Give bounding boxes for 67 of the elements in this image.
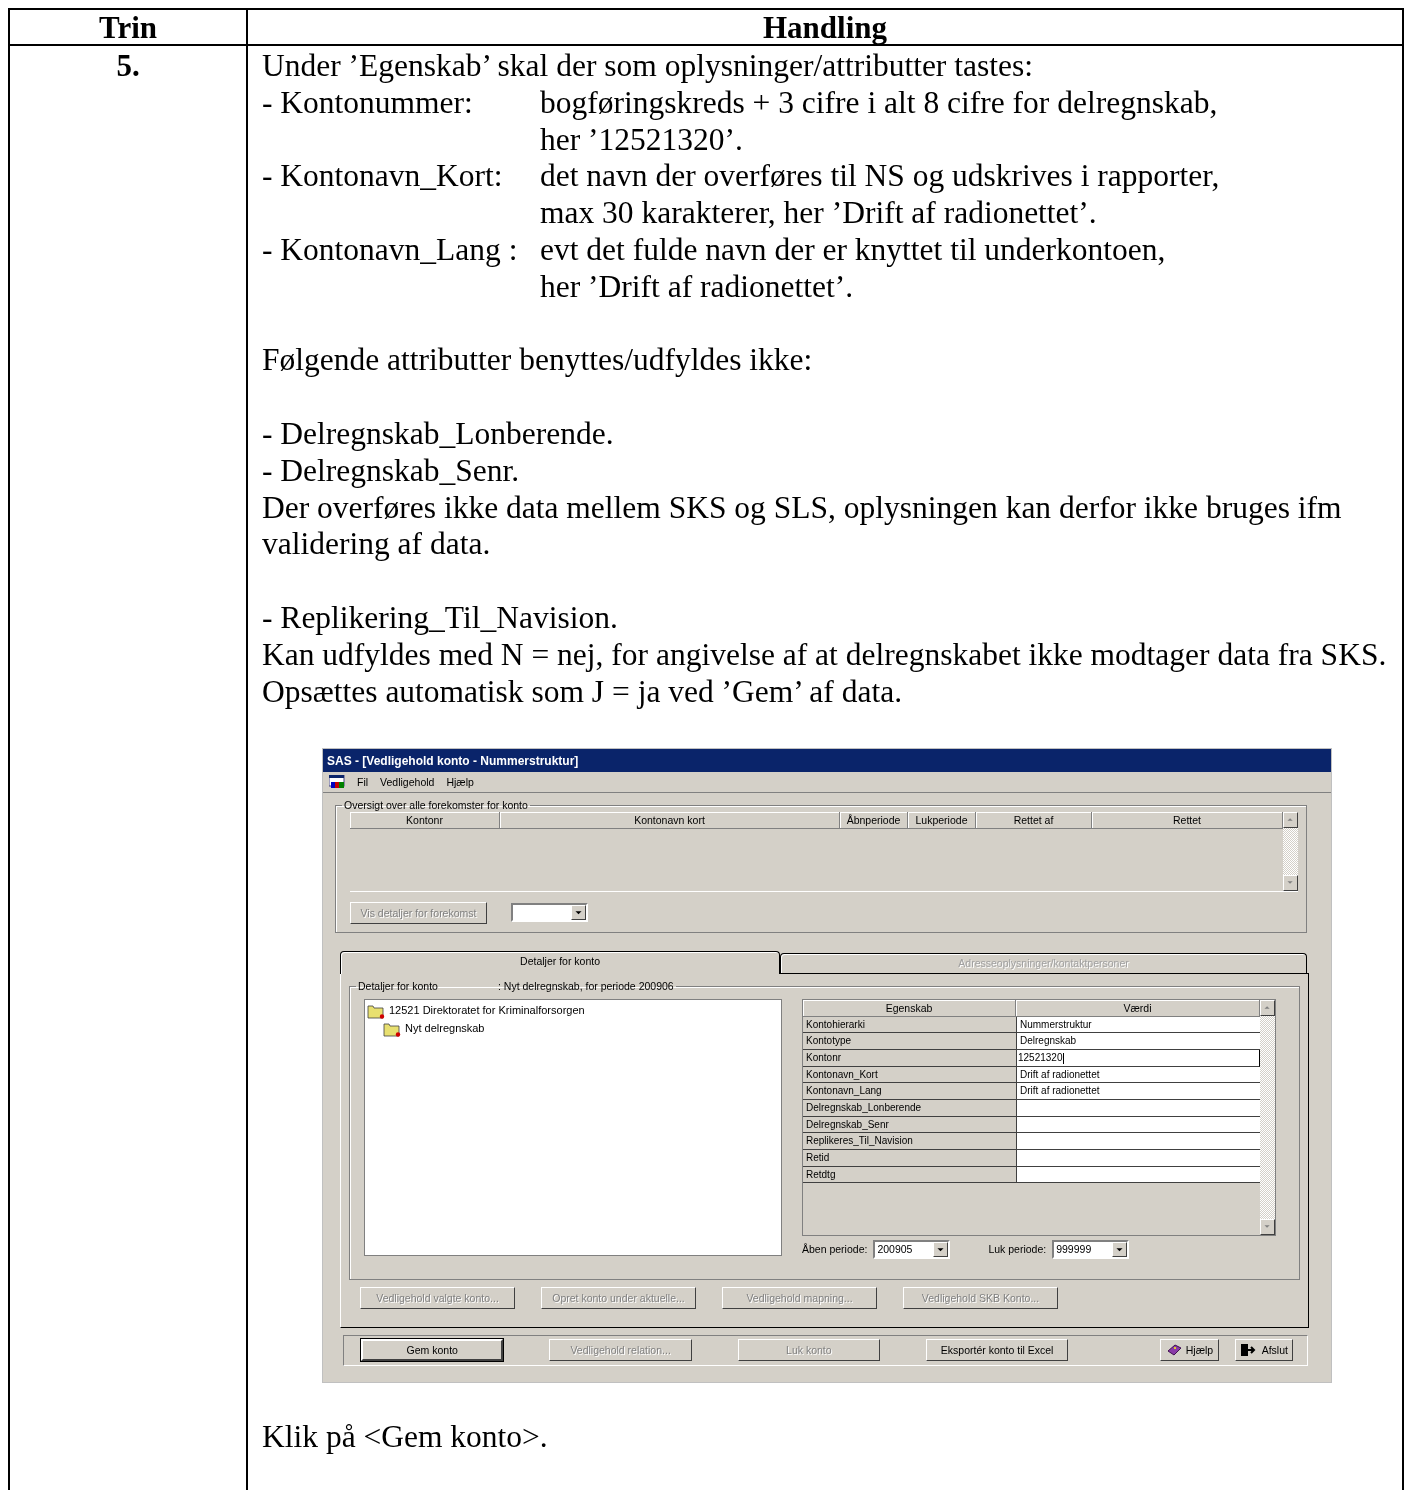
menu-item[interactable]: Fil: [357, 776, 369, 789]
column-header[interactable]: Lukperiode: [908, 811, 976, 829]
property-value[interactable]: [1016, 1133, 1260, 1151]
property-value[interactable]: [1016, 1150, 1260, 1167]
book-icon: [1165, 1343, 1182, 1358]
folder-icon: [383, 1020, 401, 1037]
group-subtitle: : Nyt delregnskab, for periode 200906: [497, 979, 674, 993]
attribute-description: max 30 karakterer, her ’Drift af radionettet’.: [540, 195, 1098, 232]
column-header[interactable]: Kontonr: [350, 811, 500, 829]
column-header[interactable]: Kontonavn kort: [500, 811, 840, 829]
paragraph: Kan udfyldes med N = nej, for angivelse af at delregnskabet ikke modtager data fra SKS.: [262, 636, 1388, 674]
tree-item[interactable]: 12521 Direktoratet for Kriminalforsorgen: [389, 1003, 585, 1018]
field-label: Luk periode:: [988, 1242, 1047, 1256]
paragraph: Der overføres ikke data mellem SKS og SLS, oplysningen kan derfor ikke bruges ifm validering af data.: [262, 489, 1343, 564]
close-period-dropdown[interactable]: 999999: [1052, 1239, 1130, 1259]
tab[interactable]: Detaljer for konto: [340, 950, 781, 974]
footer-button[interactable]: Gem konto: [361, 1339, 504, 1362]
column-header[interactable]: Rettet af: [976, 811, 1092, 829]
scrollbar[interactable]: [1260, 999, 1275, 1235]
footer-button[interactable]: Hjælp: [1160, 1339, 1219, 1362]
property-value[interactable]: Drift af radionettet: [1016, 1083, 1260, 1100]
scrollbar[interactable]: [1283, 811, 1298, 891]
property-name: Retid: [803, 1150, 1016, 1167]
menu-item[interactable]: Vedligehold: [380, 776, 435, 789]
scroll-up-icon[interactable]: [1283, 811, 1298, 828]
step-number: 5.: [116, 48, 140, 83]
scroll-up-icon[interactable]: [1260, 999, 1275, 1016]
scroll-down-icon[interactable]: [1283, 874, 1298, 891]
property-value[interactable]: Delregnskab: [1016, 1033, 1260, 1050]
column-header[interactable]: Åbnperiode: [840, 811, 908, 829]
attribute-description: det navn der overføres til NS og udskrives i rapporter,: [540, 158, 1221, 196]
tree-item[interactable]: Nyt delregnskab: [405, 1021, 485, 1036]
property-name: Kontotype: [803, 1033, 1016, 1050]
column-header[interactable]: Egenskab: [803, 999, 1016, 1017]
property-name: Kontonavn_Lang: [803, 1083, 1016, 1100]
group-title: Detaljer for konto: [358, 979, 438, 993]
paragraph: - Delregnskab_Lonberende.: [262, 415, 615, 453]
group-title: Oversigt over alle forekomster for konto: [343, 799, 529, 812]
open-period-dropdown[interactable]: 200905: [873, 1239, 951, 1259]
attribute-label: - Kontonavn_Lang :: [262, 232, 519, 269]
dropdown-field[interactable]: [511, 903, 588, 923]
window-title: SAS - [Vedligehold konto - Nummerstruktur]: [323, 749, 1331, 773]
attribute-label: - Kontonummer:: [262, 84, 474, 122]
app-icon: [329, 775, 345, 790]
paragraph: - Replikering_Til_Navision.: [262, 599, 619, 637]
footer-button[interactable]: Eksportér konto til Excel: [926, 1339, 1069, 1362]
paragraph: Klik på <Gem konto>.: [262, 1419, 549, 1457]
attribute-description: evt det fulde navn der er knyttet til underkontoen,: [540, 232, 1167, 269]
scroll-down-icon[interactable]: [1260, 1218, 1275, 1235]
menu-item[interactable]: Hjælp: [446, 776, 474, 789]
paragraph: Under ’Egenskab’ skal der som oplysninger/attributter tastes:: [262, 48, 1034, 85]
footer-button[interactable]: Afslut: [1234, 1339, 1293, 1362]
paragraph: Opsættes automatisk som J = ja ved ’Gem’ af data.: [262, 673, 904, 711]
exit-icon: [1239, 1343, 1258, 1358]
column-header[interactable]: Rettet: [1092, 811, 1283, 829]
column-header[interactable]: Værdi: [1016, 999, 1260, 1017]
attribute-description: bogføringskreds + 3 cifre i alt 8 cifre for delregnskab,: [540, 84, 1219, 122]
paragraph: - Delregnskab_Senr.: [262, 452, 521, 490]
attribute-description: her ’Drift af radionettet’.: [540, 268, 855, 306]
paragraph: Følgende attributter benyttes/udfyldes ikke:: [262, 342, 814, 380]
attribute-label: - Kontonavn_Kort:: [262, 158, 504, 196]
property-name: Replikeres_Til_Navision: [803, 1133, 1016, 1151]
column-header: Trin: [10, 10, 248, 46]
field-label: Åben periode:: [802, 1242, 868, 1256]
folder-icon: [367, 1002, 385, 1019]
column-header: Handling: [248, 10, 1402, 46]
attribute-description: her ’12521320’.: [540, 121, 744, 159]
